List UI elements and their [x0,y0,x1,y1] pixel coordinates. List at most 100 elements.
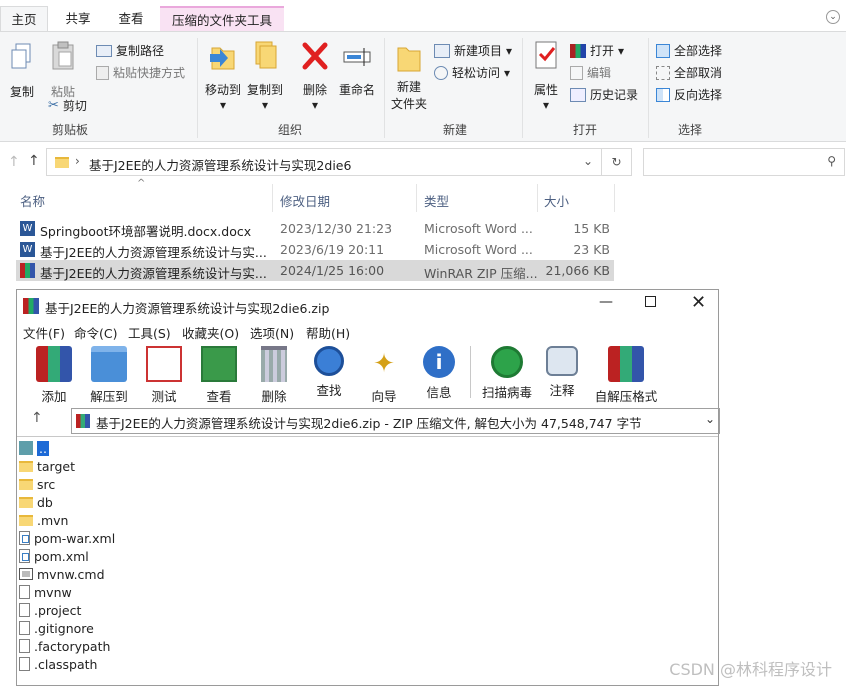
move-to-label: 移动到 ▾ [204,83,241,112]
test-button[interactable]: 测试 [137,346,191,405]
list-item[interactable]: db [19,493,53,511]
file-row[interactable]: W Springboot环境部署说明.docx.docx 2023/12/30 … [16,218,614,239]
new-folder-button[interactable]: 新建 文件夹 [388,42,430,113]
menu-help[interactable]: 帮助(H) [306,323,350,342]
file-row[interactable]: 基于J2EE的人力资源管理系统设计与实... 2024/1/25 16:00 W… [16,260,614,281]
sfx-button[interactable]: 自解压格式 [592,346,660,405]
easy-access-label: 轻松访问 [452,66,501,80]
list-item[interactable]: src [19,475,55,493]
winrar-app-icon [23,298,39,314]
file-name: 基于J2EE的人力资源管理系统设计与实... [40,266,267,281]
dropdown-arrow-icon: ▾ [504,65,511,80]
column-name[interactable]: 名称 [20,191,45,210]
cut-button[interactable]: ✂ 剪切 [48,97,87,114]
tab-share[interactable]: 共享 [52,6,104,31]
list-item[interactable]: .. [19,439,49,457]
scan-virus-button[interactable]: 扫描病毒 [477,346,537,401]
menu-file[interactable]: 文件(F) [23,323,65,342]
column-type[interactable]: 类型 [424,191,449,210]
move-to-button[interactable]: 移动到 ▾ [203,40,243,112]
menu-options[interactable]: 选项(N) [250,323,294,342]
list-item[interactable]: .factorypath [19,637,110,655]
select-none-button[interactable]: 全部取消 [656,64,722,81]
tab-compressed-folder-tools[interactable]: 压缩的文件夹工具 [160,6,284,31]
list-item[interactable]: mvnw [19,583,72,601]
search-input[interactable]: ⚲ [643,148,845,176]
info-icon: i [423,346,455,378]
file-icon [19,603,30,617]
view-button[interactable]: 查看 [192,346,246,405]
list-item[interactable]: .mvn [19,511,68,529]
copy-button[interactable]: 复制 [6,42,38,100]
properties-button[interactable]: 属性 ▾ [530,40,562,112]
window-title: 基于J2EE的人力资源管理系统设计与实现2die6.zip [45,301,330,316]
history-label: 历史记录 [590,88,639,102]
maximize-icon[interactable] [645,296,656,307]
menu-commands[interactable]: 命令(C) [74,323,117,342]
tab-view[interactable]: 查看 [106,6,156,31]
edit-button[interactable]: 编辑 [570,64,611,81]
extract-to-button[interactable]: 解压到 [82,346,136,405]
list-item[interactable]: .classpath [19,655,97,673]
tab-home[interactable]: 主页 [0,6,48,31]
view-label: 查看 [206,389,232,404]
column-modified[interactable]: 修改日期 [280,191,330,210]
item-name: .project [34,602,82,618]
easy-access-button[interactable]: 轻松访问 ▾ [434,64,510,81]
rename-button[interactable]: 重命名 [336,40,378,98]
history-button[interactable]: 历史记录 [570,86,638,103]
wizard-button[interactable]: ✦ 向导 [357,346,411,405]
find-button[interactable]: 查找 [302,346,356,399]
up-arrow-icon[interactable]: ↑ [28,153,40,169]
virus-scan-icon [491,346,523,378]
item-name: mvnw.cmd [37,566,105,582]
file-size: 15 KB [573,221,610,236]
column-separator[interactable] [614,184,615,212]
folder-icon [19,478,33,490]
close-icon[interactable]: ✕ [691,292,706,313]
list-item[interactable]: target [19,457,75,475]
list-item[interactable]: .gitignore [19,619,94,637]
menu-tools[interactable]: 工具(S) [128,323,171,342]
archive-path-dropdown[interactable]: 基于J2EE的人力资源管理系统设计与实现2die6.zip - ZIP 压缩文件… [71,408,720,434]
add-button[interactable]: 添加 [27,346,81,405]
ribbon-expand-icon[interactable]: ⌄ [826,10,840,24]
delete-button[interactable]: 删除 ▾ [298,40,332,112]
column-size[interactable]: 大小 [544,191,569,210]
address-bar[interactable]: › 基于J2EE的人力资源管理系统设计与实现2die6 ⌄ ↻ [46,148,632,176]
file-size: 21,066 KB [545,263,610,278]
column-separator[interactable] [272,184,273,212]
test-checklist-icon [146,346,182,382]
list-item[interactable]: .project [19,601,81,619]
delete-archive-button[interactable]: 删除 [247,346,301,405]
info-button[interactable]: i 信息 [412,346,466,401]
back-arrow-icon[interactable]: ↑ [8,154,20,170]
refresh-icon[interactable]: ↻ [601,149,631,175]
column-separator[interactable] [416,184,417,212]
list-item[interactable]: pom-war.xml [19,529,115,547]
chevron-down-icon[interactable]: ⌄ [583,154,593,168]
copy-to-label: 复制到 ▾ [246,83,283,112]
up-arrow-icon[interactable]: ↑ [31,410,43,426]
new-item-button[interactable]: 新建项目 ▾ [434,42,512,59]
select-none-label: 全部取消 [674,66,723,80]
paste-button[interactable]: 粘贴 [46,40,80,100]
comment-button[interactable]: 注释 [535,346,589,399]
list-item[interactable]: mvnw.cmd [19,565,105,583]
word-icon: W [20,221,35,236]
open-button[interactable]: 打开 ▾ [570,42,624,59]
invert-selection-button[interactable]: 反向选择 [656,86,722,103]
minimize-icon[interactable]: — [599,294,613,310]
search-icon: ⚲ [827,154,836,168]
file-row[interactable]: W 基于J2EE的人力资源管理系统设计与实... 2023/6/19 20:11… [16,239,614,260]
winrar-titlebar[interactable]: 基于J2EE的人力资源管理系统设计与实现2die6.zip — ✕ [17,290,718,322]
copy-path-button[interactable]: 复制路径 [96,42,164,59]
list-item[interactable]: pom.xml [19,547,89,565]
select-all-button[interactable]: 全部选择 [656,42,722,59]
ribbon-separator [648,38,649,138]
column-separator[interactable] [537,184,538,212]
invert-selection-icon [656,87,670,102]
menu-favorites[interactable]: 收藏夹(O) [182,323,239,342]
copy-to-button[interactable]: 复制到 ▾ [245,40,285,112]
paste-shortcut-button[interactable]: 粘贴快捷方式 [96,64,185,81]
